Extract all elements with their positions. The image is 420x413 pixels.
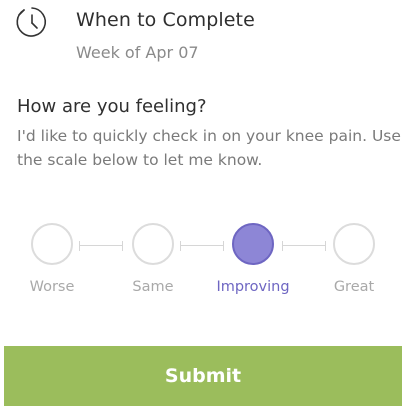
scale-option-circle[interactable] [31, 223, 73, 265]
scale-option-circle[interactable] [232, 223, 274, 265]
feeling-scale: Worse Same Improving Great [0, 216, 420, 306]
scale-option-circle[interactable] [333, 223, 375, 265]
scale-option-label: Great [333, 279, 375, 295]
submit-button[interactable]: Submit [4, 346, 402, 406]
scale-option-circle[interactable] [132, 223, 174, 265]
question-title: How are you feeling? [17, 96, 207, 117]
clock-icon [16, 7, 47, 37]
scale-option-label: Worse [29, 279, 75, 295]
scale-option-great[interactable]: Great [314, 216, 394, 295]
scale-option-worse[interactable]: Worse [12, 216, 92, 295]
scale-option-label: Improving [216, 279, 290, 295]
scale-option-label: Same [132, 279, 174, 295]
scale-option-same[interactable]: Same [113, 216, 193, 295]
header-title: When to Complete [76, 9, 255, 31]
header-subtitle: Week of Apr 07 [76, 43, 199, 62]
scale-option-improving[interactable]: Improving [213, 216, 293, 295]
question-description: I'd like to quickly check in on your kne… [17, 127, 401, 169]
